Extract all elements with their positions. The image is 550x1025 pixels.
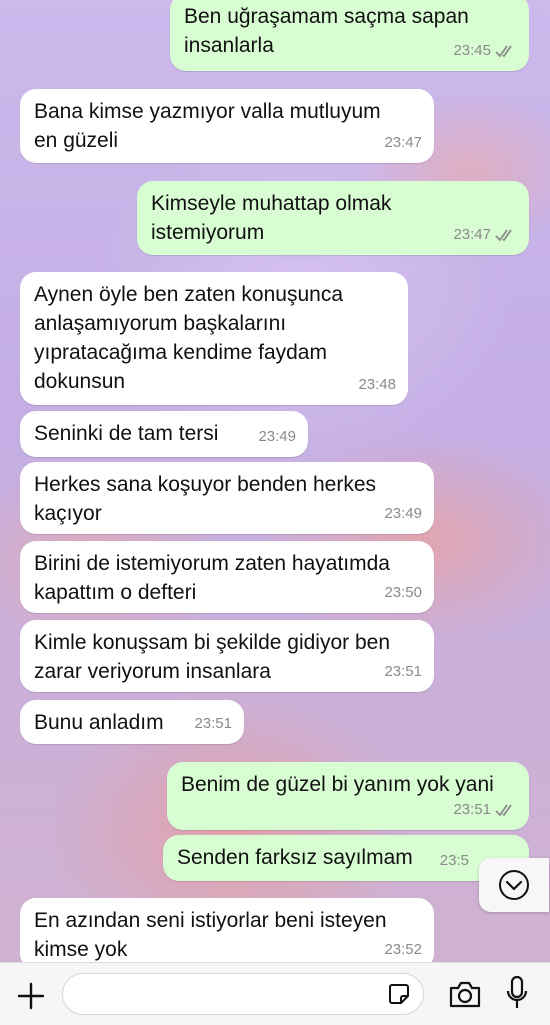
camera-icon[interactable] [448, 979, 482, 1009]
incoming-message[interactable]: Kimle konuşsam bi şekilde gidiyor ben za… [20, 620, 434, 692]
message-text: Kimle konuşsam bi şekilde gidiyor ben za… [34, 631, 391, 683]
message-composer [0, 962, 550, 1025]
message-time: 23:49 [258, 428, 296, 445]
incoming-message[interactable]: Herkes sana koşuyor benden herkes kaçıyo… [20, 462, 434, 534]
message-time: 23:49 [384, 505, 422, 522]
outgoing-message[interactable]: Kimseyle muhattap olmak istemiyorum 23:4… [137, 181, 529, 255]
outgoing-message[interactable]: Benim de güzel bi yanım yok yani 23:51 [167, 762, 529, 830]
message-text: En azından seni istiyorlar beni isteyen … [34, 909, 387, 961]
outgoing-message[interactable]: Senden farksız sayılmam 23:5 [163, 835, 529, 881]
message-time: 23:51 [384, 663, 422, 680]
message-meta: 23:45 [453, 36, 517, 65]
message-meta: 23:5 [440, 846, 469, 875]
message-text: Birini de istemiyorum zaten hayatımda ka… [34, 552, 390, 604]
microphone-icon[interactable] [505, 975, 529, 1011]
message-input[interactable] [62, 973, 424, 1015]
message-time: 23:51 [453, 801, 491, 818]
message-time: 23:45 [453, 42, 491, 59]
outgoing-message[interactable]: Ben uğraşamam saçma sapan insanlarla 23:… [170, 0, 529, 71]
message-text: Seninki de tam tersi [34, 422, 219, 445]
message-time: 23:48 [358, 376, 396, 393]
message-time: 23:51 [194, 715, 232, 732]
message-time: 23:50 [384, 584, 422, 601]
message-meta: 23:52 [384, 935, 422, 964]
message-meta: 23:48 [358, 370, 396, 399]
incoming-message[interactable]: Aynen öyle ben zaten konuşunca anlaşamıy… [20, 272, 408, 405]
message-text: Herkes sana koşuyor benden herkes kaçıyo… [34, 473, 377, 525]
incoming-message[interactable]: En azından seni istiyorlar beni isteyen … [20, 898, 434, 970]
message-meta: 23:51 [453, 795, 517, 824]
message-time: 23:47 [453, 226, 491, 243]
message-text: Aynen öyle ben zaten konuşunca anlaşamıy… [34, 283, 344, 393]
read-ticks-icon [495, 44, 512, 57]
read-ticks-icon [495, 803, 512, 816]
message-meta: 23:47 [453, 220, 517, 249]
message-meta: 23:47 [384, 128, 422, 157]
plus-icon[interactable] [16, 981, 46, 1011]
incoming-message[interactable]: Bana kimse yazmıyor valla mutluyum en gü… [20, 89, 434, 163]
message-meta: 23:50 [384, 578, 422, 607]
incoming-message[interactable]: Seninki de tam tersi 23:49 [20, 411, 308, 457]
sticker-icon[interactable] [387, 982, 411, 1006]
incoming-message[interactable]: Bunu anladım 23:51 [20, 700, 244, 744]
message-meta: 23:51 [384, 657, 422, 686]
message-time: 23:5 [439, 852, 469, 869]
message-meta: 23:51 [194, 709, 232, 738]
message-meta: 23:49 [384, 499, 422, 528]
scroll-to-bottom-button[interactable] [479, 858, 549, 912]
message-meta: 23:49 [258, 422, 296, 451]
message-list[interactable]: Ben uğraşamam saçma sapan insanlarla 23:… [0, 0, 550, 1024]
incoming-message[interactable]: Birini de istemiyorum zaten hayatımda ka… [20, 541, 434, 613]
message-time: 23:52 [384, 941, 422, 958]
message-text: Bana kimse yazmıyor valla mutluyum en gü… [34, 100, 381, 152]
read-ticks-icon [495, 228, 512, 241]
message-time: 23:47 [384, 134, 422, 151]
chevron-down-icon [499, 870, 529, 900]
